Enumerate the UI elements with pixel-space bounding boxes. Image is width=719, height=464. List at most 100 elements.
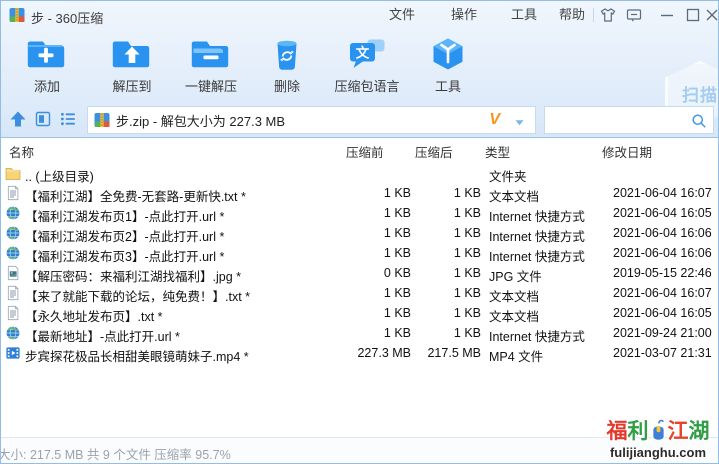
chevron-down-icon[interactable] bbox=[514, 115, 525, 126]
file-size-after: 1 KB bbox=[453, 246, 481, 260]
tools-hexagon-icon bbox=[426, 35, 470, 73]
txt-file-icon bbox=[5, 285, 21, 301]
icon-view-button[interactable] bbox=[34, 110, 52, 128]
file-size-before: 0 KB bbox=[383, 266, 411, 280]
file-size-before: 1 KB bbox=[383, 286, 411, 300]
file-row[interactable]: 【来了就能下载的论坛，纯免费！】.txt * 1 KB 1 KB 文本文档 20… bbox=[1, 283, 718, 304]
file-row[interactable]: .. (上级目录) 文件夹 bbox=[1, 163, 718, 184]
header-name[interactable]: 名称 bbox=[9, 142, 34, 161]
file-size-before: 227.3 MB bbox=[357, 346, 411, 360]
file-size-after: 1 KB bbox=[453, 226, 481, 240]
file-size-before: 1 KB bbox=[383, 306, 411, 320]
file-row[interactable]: 【福利江湖发布页1】-点此打开.url * 1 KB 1 KB Internet… bbox=[1, 203, 718, 224]
file-size-after: 1 KB bbox=[453, 306, 481, 320]
toolbar-button-label: 解压到 bbox=[112, 79, 152, 94]
file-rows: .. (上级目录) 文件夹 【福利江湖】全免费-无套路-更新快.txt * 1 … bbox=[1, 163, 718, 364]
address-bar[interactable]: 步.zip - 解包大小为 227.3 MB V bbox=[87, 106, 536, 134]
file-size-after: 1 KB bbox=[453, 286, 481, 300]
mp4-file-icon bbox=[5, 345, 21, 361]
menu-item-4[interactable]: 帮助 bbox=[547, 1, 597, 29]
toolbar-button-3[interactable]: 一键解压 bbox=[179, 33, 243, 97]
file-date: 2021-06-04 16:06 bbox=[613, 226, 712, 240]
file-date: 2021-06-04 16:07 bbox=[613, 186, 712, 200]
menu-item-1[interactable]: 文件 bbox=[377, 1, 427, 29]
svg-text:文: 文 bbox=[355, 45, 369, 61]
close-button[interactable] bbox=[703, 6, 718, 24]
toolbar-button-5[interactable]: 文 压缩包语言 bbox=[328, 33, 405, 97]
file-date: 2021-06-04 16:07 bbox=[613, 286, 712, 300]
file-size-before: 1 KB bbox=[383, 206, 411, 220]
file-date: 2021-09-24 21:00 bbox=[613, 326, 712, 340]
up-level-button[interactable] bbox=[9, 110, 27, 128]
v-logo: V bbox=[489, 111, 500, 128]
toolbar-button-label: 工具 bbox=[434, 79, 461, 94]
header-before[interactable]: 压缩前 bbox=[346, 142, 384, 161]
status-text: 大小: 217.5 MB 共 9 个文件 压缩率 95.7% bbox=[0, 448, 231, 462]
minimize-button[interactable] bbox=[658, 6, 676, 24]
window-chrome: 步 - 360压缩 文件 操作 工具 帮助 扫描 添加 解压到 一键解压 删除 文 压… bbox=[1, 1, 718, 138]
app-window: 步 - 360压缩 文件 操作 工具 帮助 扫描 添加 解压到 一键解压 删除 文 压… bbox=[0, 0, 719, 464]
file-date: 2021-06-04 16:06 bbox=[613, 246, 712, 260]
maximize-button[interactable] bbox=[684, 6, 702, 24]
file-size-before: 1 KB bbox=[383, 326, 411, 340]
file-size-after: 217.5 MB bbox=[427, 346, 481, 360]
toolbar-button-1[interactable]: 添加 bbox=[19, 33, 75, 97]
file-date: 2021-06-04 16:05 bbox=[613, 306, 712, 320]
column-headers: 名称 压缩前 压缩后 类型 修改日期 bbox=[1, 138, 718, 163]
file-type: MP4 文件 bbox=[489, 350, 544, 364]
file-row[interactable]: 【最新地址】-点此打开.url * 1 KB 1 KB Internet 快捷方… bbox=[1, 323, 718, 344]
folder-file-icon bbox=[5, 165, 21, 181]
search-input[interactable] bbox=[549, 108, 689, 132]
file-size-before: 1 KB bbox=[383, 186, 411, 200]
add-folder-icon bbox=[25, 35, 69, 73]
url-file-icon bbox=[5, 205, 21, 221]
url-file-icon bbox=[5, 225, 21, 241]
file-size-after: 1 KB bbox=[453, 206, 481, 220]
toolbar-button-4[interactable]: 删除 bbox=[259, 33, 315, 97]
file-row[interactable]: 【福利江湖】全免费-无套路-更新快.txt * 1 KB 1 KB 文本文档 2… bbox=[1, 183, 718, 204]
skin-button[interactable] bbox=[599, 6, 617, 24]
menu-item-2[interactable]: 操作 bbox=[439, 1, 489, 29]
file-date: 2021-03-07 21:31 bbox=[613, 346, 712, 360]
file-row[interactable]: 步宾探花极品长相甜美眼镜萌妹子.mp4 * 227.3 MB 217.5 MB … bbox=[1, 343, 718, 364]
toolbar-button-label: 添加 bbox=[33, 79, 60, 94]
file-row[interactable]: 【福利江湖发布页2】-点此打开.url * 1 KB 1 KB Internet… bbox=[1, 223, 718, 244]
file-size-before: 1 KB bbox=[383, 246, 411, 260]
trash-icon bbox=[265, 35, 309, 73]
file-size-after: 1 KB bbox=[453, 326, 481, 340]
list-view-button[interactable] bbox=[59, 110, 77, 128]
address-row: 步.zip - 解包大小为 227.3 MB V bbox=[1, 103, 718, 137]
app-icon bbox=[9, 7, 25, 23]
url-file-icon bbox=[5, 245, 21, 261]
toolbar-button-label: 压缩包语言 bbox=[334, 79, 400, 94]
file-row[interactable]: 【解压密码：来福利江湖找福利】.jpg * 0 KB 1 KB JPG 文件 2… bbox=[1, 263, 718, 284]
extract-folder-icon bbox=[110, 35, 154, 73]
header-date[interactable]: 修改日期 bbox=[602, 142, 652, 161]
titlebar-divider bbox=[593, 8, 594, 22]
file-row[interactable]: 【永久地址发布页】.txt * 1 KB 1 KB 文本文档 2021-06-0… bbox=[1, 303, 718, 324]
toolbar-button-label: 一键解压 bbox=[184, 79, 238, 94]
status-bar: 大小: 217.5 MB 共 9 个文件 压缩率 95.7% bbox=[1, 437, 718, 463]
window-title: 步 - 360压缩 bbox=[31, 11, 104, 26]
url-file-icon bbox=[5, 325, 21, 341]
file-size-before: 1 KB bbox=[383, 226, 411, 240]
file-size-after: 1 KB bbox=[453, 266, 481, 280]
toolbar-button-2[interactable]: 解压到 bbox=[104, 33, 160, 97]
jpg-file-icon bbox=[5, 265, 21, 281]
file-row[interactable]: 【福利江湖发布页3】-点此打开.url * 1 KB 1 KB Internet… bbox=[1, 243, 718, 264]
archive-file-icon bbox=[94, 112, 110, 128]
menu-item-3[interactable]: 工具 bbox=[499, 1, 549, 29]
file-size-after: 1 KB bbox=[453, 186, 481, 200]
toolbar-button-label: 删除 bbox=[273, 79, 300, 94]
file-name: 步宾探花极品长相甜美眼镜萌妹子.mp4 * bbox=[25, 350, 249, 364]
header-type[interactable]: 类型 bbox=[485, 142, 510, 161]
language-bubble-icon: 文 bbox=[345, 35, 389, 73]
txt-file-icon bbox=[5, 185, 21, 201]
address-text: 步.zip - 解包大小为 227.3 MB bbox=[116, 113, 286, 129]
search-icon[interactable] bbox=[691, 113, 707, 129]
header-after[interactable]: 压缩后 bbox=[415, 142, 453, 161]
toolbar-button-6[interactable]: 工具 bbox=[420, 33, 476, 97]
file-date: 2021-06-04 16:05 bbox=[613, 206, 712, 220]
feedback-button[interactable] bbox=[625, 6, 643, 24]
titlebar: 步 - 360压缩 文件 操作 工具 帮助 bbox=[1, 1, 718, 29]
